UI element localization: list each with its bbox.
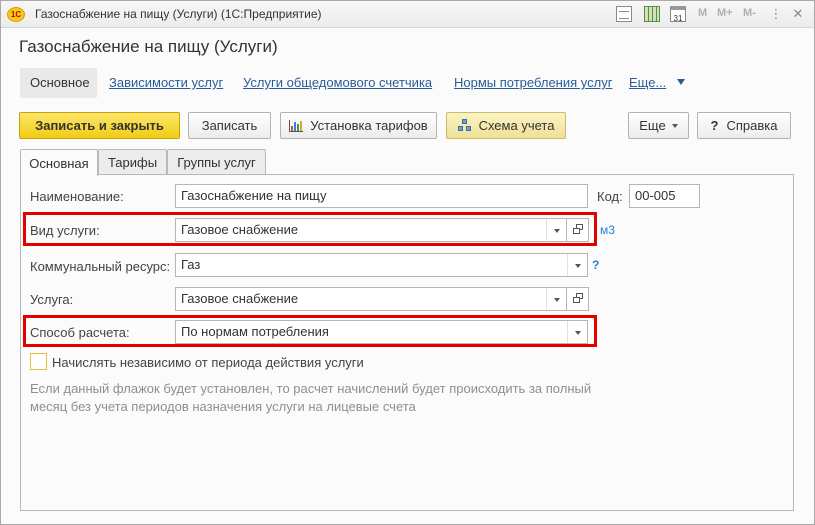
resource-label: Коммунальный ресурс: [30,259,171,274]
name-field[interactable]: Газоснабжение на пищу [175,184,588,208]
chevron-down-icon[interactable] [546,219,566,241]
checkbox-label[interactable]: Начислять независимо от периода действия… [52,355,364,370]
more-actions-button[interactable]: Еще [628,112,689,139]
print-icon[interactable] [616,6,632,22]
service-field[interactable]: Газовое снабжение [175,287,567,311]
window-title: Газоснабжение на пищу (Услуги) (1С:Предп… [35,7,322,21]
tab-service-groups[interactable]: Группы услуг [167,149,266,175]
save-button[interactable]: Записать [188,112,271,139]
help-icon[interactable]: ? [592,258,599,272]
nav-link-building-meter[interactable]: Услуги общедомового счетчика [243,75,432,90]
help-icon: ? [710,118,719,133]
close-icon[interactable]: ✕ [789,5,807,23]
service-label: Услуга: [30,292,74,307]
nav-link-more[interactable]: Еще... [629,75,666,90]
period-independent-checkbox[interactable] [30,353,47,370]
open-icon[interactable] [566,218,589,242]
tab-tariffs[interactable]: Тарифы [98,149,167,175]
memory-plus-button[interactable]: M+ [717,7,733,19]
code-label: Код: [597,189,623,204]
calendar-icon[interactable]: 31 [670,6,686,23]
resource-field[interactable]: Газ [175,253,588,277]
service-type-field[interactable]: Газовое снабжение [175,218,567,242]
set-tariffs-button[interactable]: Установка тарифов [280,112,437,139]
chevron-down-icon [671,123,678,128]
service-type-label: Вид услуги: [30,223,100,238]
nav-link-norms[interactable]: Нормы потребления услуг [454,75,612,90]
nav-link-dependencies[interactable]: Зависимости услуг [109,75,223,90]
calc-method-field[interactable]: По нормам потребления [175,320,588,344]
help-button[interactable]: ? Справка [697,112,791,139]
chevron-down-icon[interactable] [677,79,685,85]
hierarchy-icon [457,119,472,132]
more-icon[interactable]: ⋮ [767,5,785,23]
memory-minus-button[interactable]: M- [743,7,756,19]
calc-method-label: Способ расчета: [30,325,130,340]
chart-icon [289,119,304,132]
app-logo: 1С [7,7,25,22]
memory-m-button[interactable]: M [698,7,707,19]
chevron-down-icon[interactable] [567,321,587,343]
app-window: 1С Газоснабжение на пищу (Услуги) (1С:Пр… [0,0,815,525]
hint-text: Если данный флажок будет установлен, то … [30,381,592,414]
open-icon[interactable] [566,287,589,311]
chevron-down-icon[interactable] [567,254,587,276]
chevron-down-icon[interactable] [546,288,566,310]
nav-item-main[interactable]: Основное [20,68,97,98]
calculator-icon[interactable] [644,6,660,22]
unit-link[interactable]: м3 [600,223,615,237]
save-and-close-button[interactable]: Записать и закрыть [19,112,180,139]
title-bar: 1С Газоснабжение на пищу (Услуги) (1С:Пр… [1,1,814,28]
accounting-scheme-button[interactable]: Схема учета [446,112,566,139]
tab-main[interactable]: Основная [20,149,98,176]
page-title: Газоснабжение на пищу (Услуги) [19,37,278,56]
code-field[interactable]: 00-005 [629,184,700,208]
name-label: Наименование: [30,189,124,204]
